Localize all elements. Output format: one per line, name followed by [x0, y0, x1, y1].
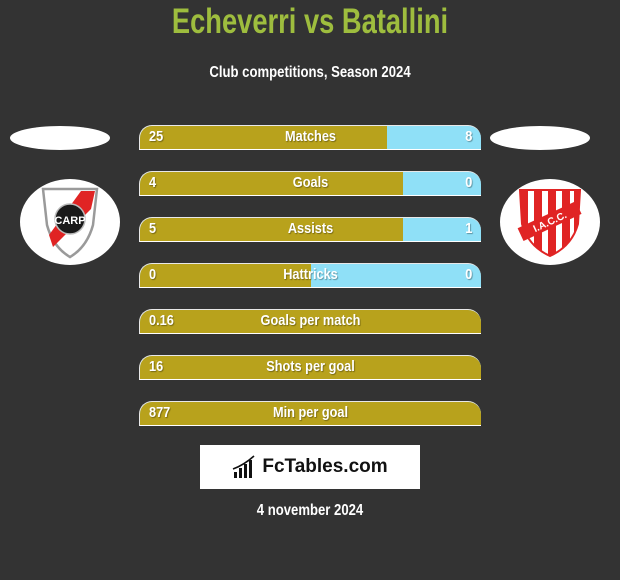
report-date: 4 november 2024: [256, 502, 364, 519]
competition-subtitle: Club competitions, Season 2024: [209, 64, 411, 81]
stat-label: Shots per goal: [266, 358, 355, 375]
stat-label: Min per goal: [272, 404, 349, 421]
stat-row-assists: 5 Assists 1: [139, 217, 481, 242]
stat-label: Matches: [284, 128, 337, 145]
left-value: 0: [149, 266, 157, 283]
stat-row-shots-per-goal: 16 Shots per goal: [139, 355, 481, 380]
left-value: 5: [149, 220, 157, 237]
stat-row-matches: 25 Matches 8: [139, 125, 481, 150]
left-value: 4: [149, 174, 157, 191]
stat-label: Assists: [287, 220, 334, 237]
brand-name: FcTables.com: [262, 456, 388, 477]
stat-row-goals-per-match: 0.16 Goals per match: [139, 309, 481, 334]
instituto-crest-icon: I.A.C.C.: [517, 189, 582, 258]
left-player-placeholder: [10, 126, 110, 150]
stat-row-min-per-goal: 877 Min per goal: [139, 401, 481, 426]
right-value: 8: [464, 128, 472, 145]
stat-label: Goals: [292, 174, 329, 191]
left-value: 25: [149, 128, 164, 145]
river-plate-crest-icon: CARP: [41, 187, 99, 259]
right-value: 1: [464, 220, 472, 237]
crest-text: CARP: [54, 215, 85, 227]
stat-label: Goals per match: [260, 312, 361, 329]
page-title: Echeverri vs Batallini: [171, 2, 449, 41]
right-player-placeholder: [490, 126, 590, 150]
left-team-logo: CARP: [20, 179, 120, 265]
bar-chart-icon: [233, 455, 255, 478]
right-value: 0: [464, 266, 472, 283]
stat-row-hattricks: 0 Hattricks 0: [139, 263, 481, 288]
right-value: 0: [464, 174, 472, 191]
left-value: 16: [149, 358, 164, 375]
right-team-logo: I.A.C.C.: [500, 179, 600, 265]
fctables-logo[interactable]: FcTables.com: [200, 445, 420, 489]
stat-label: Hattricks: [283, 266, 338, 283]
stat-row-goals: 4 Goals 0: [139, 171, 481, 196]
